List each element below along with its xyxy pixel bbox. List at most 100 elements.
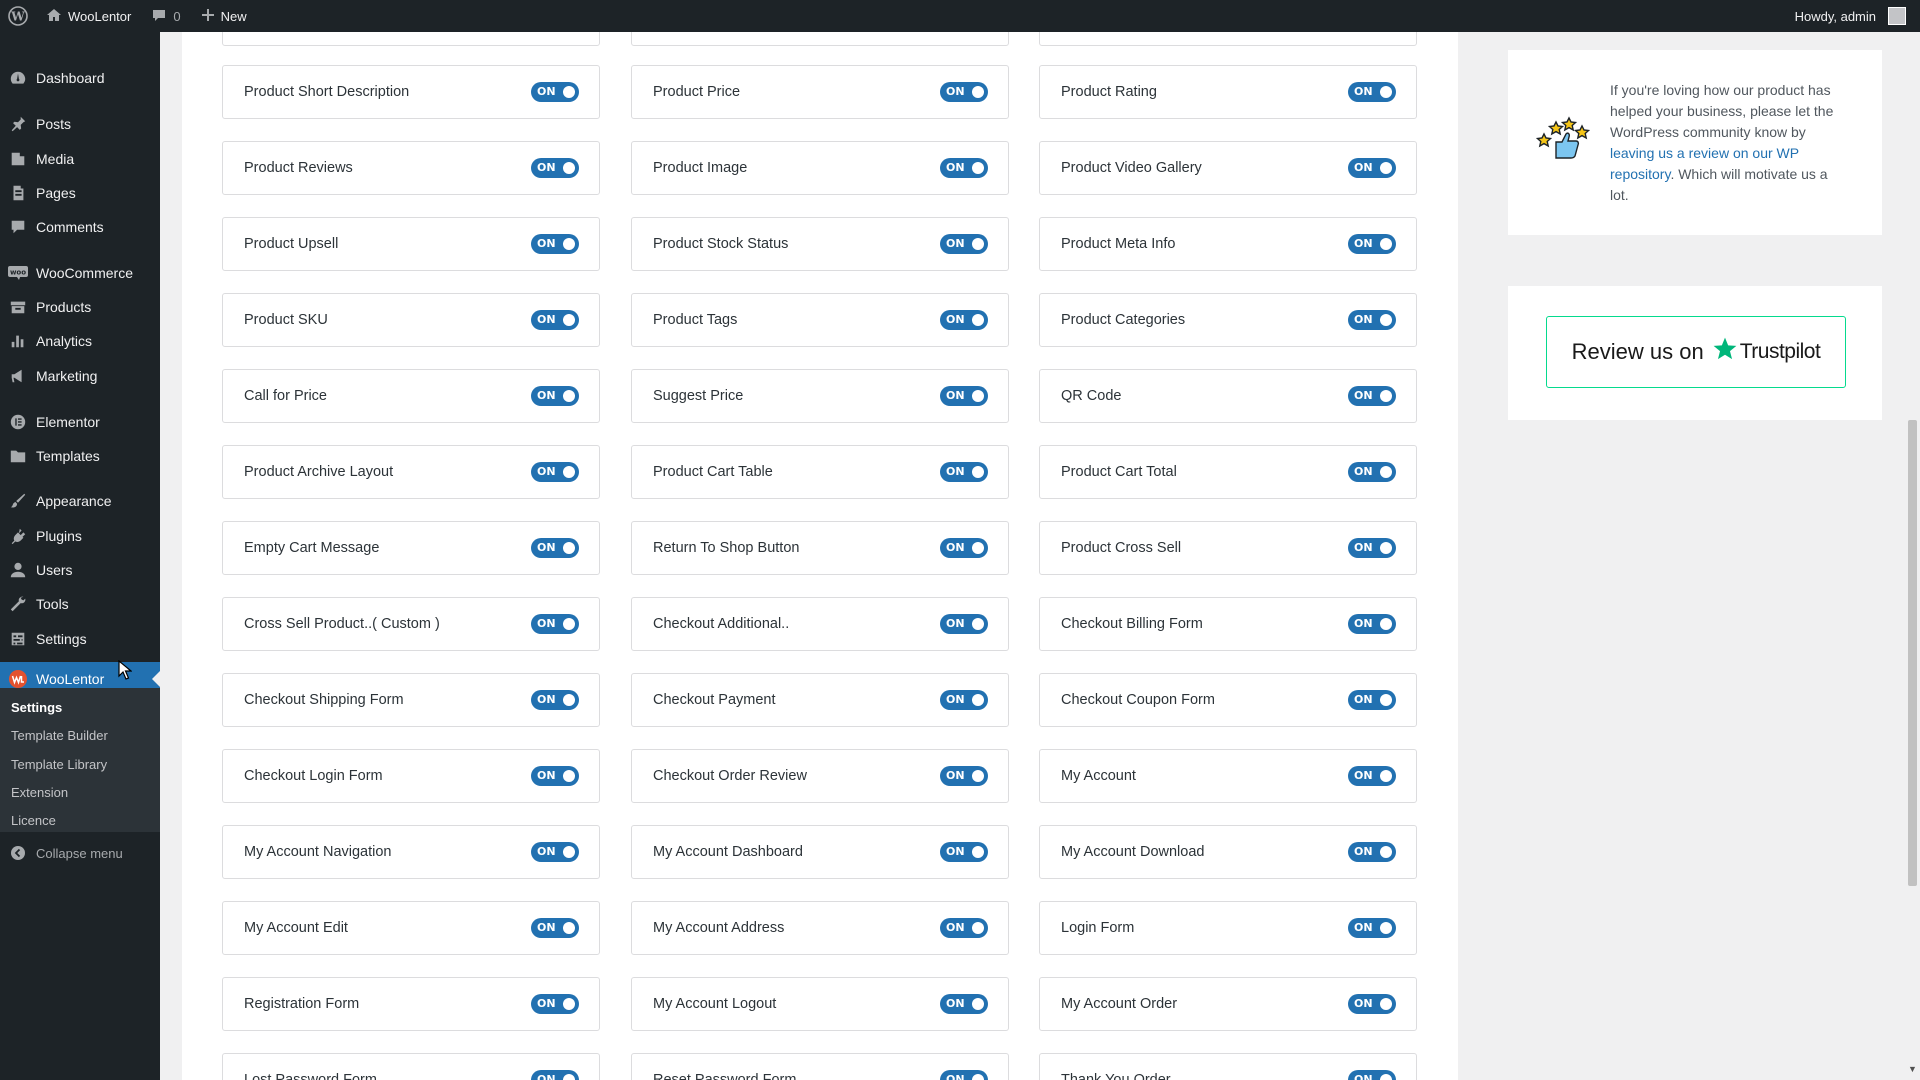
module-toggle[interactable]: ON (531, 158, 579, 178)
module-toggle[interactable]: ON (531, 842, 579, 862)
submenu-item-settings[interactable]: Settings (11, 700, 62, 715)
module-toggle[interactable]: ON (531, 918, 579, 938)
toggle-knob (1380, 542, 1392, 554)
module-toggle[interactable]: ON (940, 82, 988, 102)
module-toggle[interactable]: ON (1348, 842, 1396, 862)
site-name-link[interactable]: WooLentor (36, 0, 141, 32)
trustpilot-review-button[interactable]: Review us on Trustpilot (1546, 316, 1846, 388)
new-content-link[interactable]: New (191, 0, 257, 32)
module-card: Product Archive Layout ON (222, 445, 600, 499)
module-toggle[interactable]: ON (940, 918, 988, 938)
toggle-state-label: ON (537, 1073, 556, 1080)
module-card (1039, 32, 1417, 46)
sidebar-item-media[interactable]: Media (0, 142, 160, 176)
sidebar-item-plugins[interactable]: Plugins (0, 519, 160, 553)
scrollbar-thumb[interactable] (1908, 420, 1917, 886)
module-label: Checkout Billing Form (1061, 616, 1203, 632)
module-label: Checkout Order Review (653, 768, 807, 784)
module-card: Product Meta Info ON (1039, 217, 1417, 271)
module-toggle[interactable]: ON (1348, 234, 1396, 254)
sidebar-item-settings[interactable]: Settings (0, 622, 160, 656)
toggle-knob (972, 466, 984, 478)
submenu-item-licence[interactable]: Licence (11, 813, 56, 828)
submenu-item-extension[interactable]: Extension (11, 785, 68, 800)
module-toggle[interactable]: ON (531, 994, 579, 1014)
module-toggle[interactable]: ON (531, 1070, 579, 1080)
sidebar-item-elementor[interactable]: Elementor (0, 405, 160, 439)
sidebar-item-analytics[interactable]: Analytics (0, 324, 160, 358)
collapse-menu-button[interactable]: Collapse menu (0, 836, 160, 870)
module-toggle[interactable]: ON (940, 386, 988, 406)
toggle-knob (563, 846, 575, 858)
module-toggle[interactable]: ON (1348, 158, 1396, 178)
sidebar-item-comments[interactable]: Comments (0, 210, 160, 244)
module-toggle[interactable]: ON (1348, 766, 1396, 786)
module-toggle[interactable]: ON (1348, 614, 1396, 634)
toggle-knob (563, 542, 575, 554)
module-toggle[interactable]: ON (1348, 690, 1396, 710)
module-toggle[interactable]: ON (940, 842, 988, 862)
media-icon (0, 150, 36, 168)
sidebar-item-dashboard[interactable]: Dashboard (0, 61, 160, 95)
sidebar-item-woocommerce[interactable]: woo WooCommerce (0, 256, 160, 290)
toggle-state-label: ON (537, 237, 556, 250)
module-toggle[interactable]: ON (531, 766, 579, 786)
module-toggle[interactable]: ON (531, 82, 579, 102)
module-toggle[interactable]: ON (1348, 82, 1396, 102)
module-label: Call for Price (244, 388, 327, 404)
module-toggle[interactable]: ON (1348, 462, 1396, 482)
module-label: Checkout Login Form (244, 768, 383, 784)
module-toggle[interactable]: ON (531, 234, 579, 254)
scroll-down-arrow-icon[interactable]: ▼ (1908, 1064, 1917, 1074)
module-toggle[interactable]: ON (940, 158, 988, 178)
module-toggle[interactable]: ON (531, 614, 579, 634)
wordpress-logo-icon[interactable]: W (0, 0, 36, 32)
module-toggle[interactable]: ON (1348, 386, 1396, 406)
sidebar-item-pages[interactable]: Pages (0, 176, 160, 210)
module-toggle[interactable]: ON (531, 462, 579, 482)
module-toggle[interactable]: ON (940, 614, 988, 634)
module-toggle[interactable]: ON (1348, 918, 1396, 938)
page-scrollbar[interactable]: ▼ (1905, 32, 1920, 1080)
toggle-knob (972, 86, 984, 98)
module-toggle[interactable]: ON (1348, 994, 1396, 1014)
toggle-knob (563, 1074, 575, 1080)
module-toggle[interactable]: ON (940, 234, 988, 254)
toggle-knob (563, 466, 575, 478)
module-toggle[interactable]: ON (940, 766, 988, 786)
toggle-state-label: ON (1354, 389, 1373, 402)
module-toggle[interactable]: ON (531, 386, 579, 406)
sidebar-item-templates[interactable]: Templates (0, 439, 160, 473)
module-card: Checkout Payment ON (631, 673, 1009, 727)
my-account-link[interactable]: Howdy, admin (1785, 0, 1920, 32)
sidebar-item-appearance[interactable]: Appearance (0, 484, 160, 518)
module-toggle[interactable]: ON (531, 310, 579, 330)
module-label: Product Stock Status (653, 236, 789, 252)
toggle-knob (563, 314, 575, 326)
home-icon (46, 7, 62, 26)
module-toggle[interactable]: ON (940, 310, 988, 330)
module-card: Reset Password Form ON (631, 1053, 1009, 1080)
svg-text:W: W (10, 10, 25, 24)
module-label: Registration Form (244, 996, 360, 1012)
module-toggle[interactable]: ON (1348, 538, 1396, 558)
module-toggle[interactable]: ON (940, 538, 988, 558)
module-toggle[interactable]: ON (1348, 1070, 1396, 1080)
comments-link[interactable]: 0 (141, 0, 190, 32)
submenu-item-template-builder[interactable]: Template Builder (11, 728, 108, 743)
sidebar-item-posts[interactable]: Posts (0, 107, 160, 141)
submenu-item-template-library[interactable]: Template Library (11, 757, 107, 772)
sidebar-item-tools[interactable]: Tools (0, 587, 160, 621)
module-toggle[interactable]: ON (1348, 310, 1396, 330)
module-toggle[interactable]: ON (940, 462, 988, 482)
sidebar-item-products[interactable]: Products (0, 290, 160, 324)
module-card: Call for Price ON (222, 369, 600, 423)
module-toggle[interactable]: ON (531, 538, 579, 558)
sidebar-item-users[interactable]: Users (0, 553, 160, 587)
toggle-state-label: ON (537, 541, 556, 554)
module-toggle[interactable]: ON (940, 1070, 988, 1080)
sidebar-item-marketing[interactable]: Marketing (0, 359, 160, 393)
module-toggle[interactable]: ON (940, 994, 988, 1014)
module-toggle[interactable]: ON (940, 690, 988, 710)
module-toggle[interactable]: ON (531, 690, 579, 710)
